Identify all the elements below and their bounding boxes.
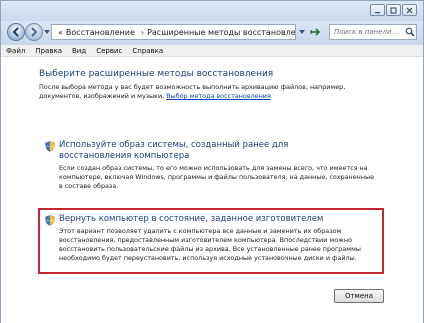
menu-view[interactable]: Вид <box>72 47 86 55</box>
address-dropdown-icon[interactable] <box>299 30 305 34</box>
minimize-button[interactable] <box>370 4 385 16</box>
search-icon[interactable] <box>405 27 415 37</box>
menu-file[interactable]: Файл <box>6 47 25 55</box>
forward-arrow-icon <box>31 27 38 37</box>
menu-bar: Файл Правка Вид Сервис Справка <box>1 45 423 57</box>
system-image-description: Если создан образ системы, то его можно … <box>59 164 374 190</box>
cancel-button[interactable]: Отмена <box>334 289 384 303</box>
back-button[interactable] <box>7 23 25 41</box>
factory-reset-option[interactable]: Вернуть компьютер в состояние, заданное … <box>59 214 369 225</box>
intro-text: После выбора метода у вас будет возможно… <box>39 83 389 101</box>
menu-edit[interactable]: Правка <box>35 47 62 55</box>
refresh-icon[interactable] <box>309 26 321 38</box>
title-bar <box>1 1 423 21</box>
close-icon <box>403 5 416 15</box>
uac-shield-icon <box>45 141 55 152</box>
window-controls <box>370 4 417 16</box>
back-arrow-icon <box>12 27 19 37</box>
search-input[interactable] <box>329 24 417 40</box>
breadcrumb-separator[interactable]: › <box>141 28 144 37</box>
content-area: Выберите расширенные методы восстановлен… <box>1 58 423 323</box>
menu-service[interactable]: Сервис <box>96 47 122 55</box>
breadcrumb-overflow[interactable]: « <box>58 28 63 37</box>
uac-shield-icon <box>45 215 55 226</box>
factory-reset-description: Этот вариант позволяет удалить с компьют… <box>59 227 361 262</box>
breadcrumb[interactable]: « Восстановление › Расширенные методы во… <box>51 24 296 40</box>
control-panel-window: « Восстановление › Расширенные методы во… <box>0 0 424 323</box>
maximize-icon <box>387 5 400 15</box>
forward-button[interactable] <box>25 23 43 41</box>
backup-method-link[interactable]: Выбор метода восстановления <box>166 92 271 100</box>
system-image-option[interactable]: Используйте образ системы, созданный ран… <box>59 140 359 162</box>
maximize-button[interactable] <box>386 4 401 16</box>
breadcrumb-recovery[interactable]: Восстановление <box>66 28 135 37</box>
address-bar: « Восстановление › Расширенные методы во… <box>1 21 423 45</box>
breadcrumb-advanced-recovery[interactable]: Расширенные методы восстановления <box>147 28 295 37</box>
minimize-icon <box>371 5 384 15</box>
close-button[interactable] <box>402 4 417 16</box>
recent-pages-dropdown-icon[interactable] <box>44 30 50 34</box>
page-title: Выберите расширенные методы восстановлен… <box>39 69 274 79</box>
menu-help[interactable]: Справка <box>132 47 163 55</box>
